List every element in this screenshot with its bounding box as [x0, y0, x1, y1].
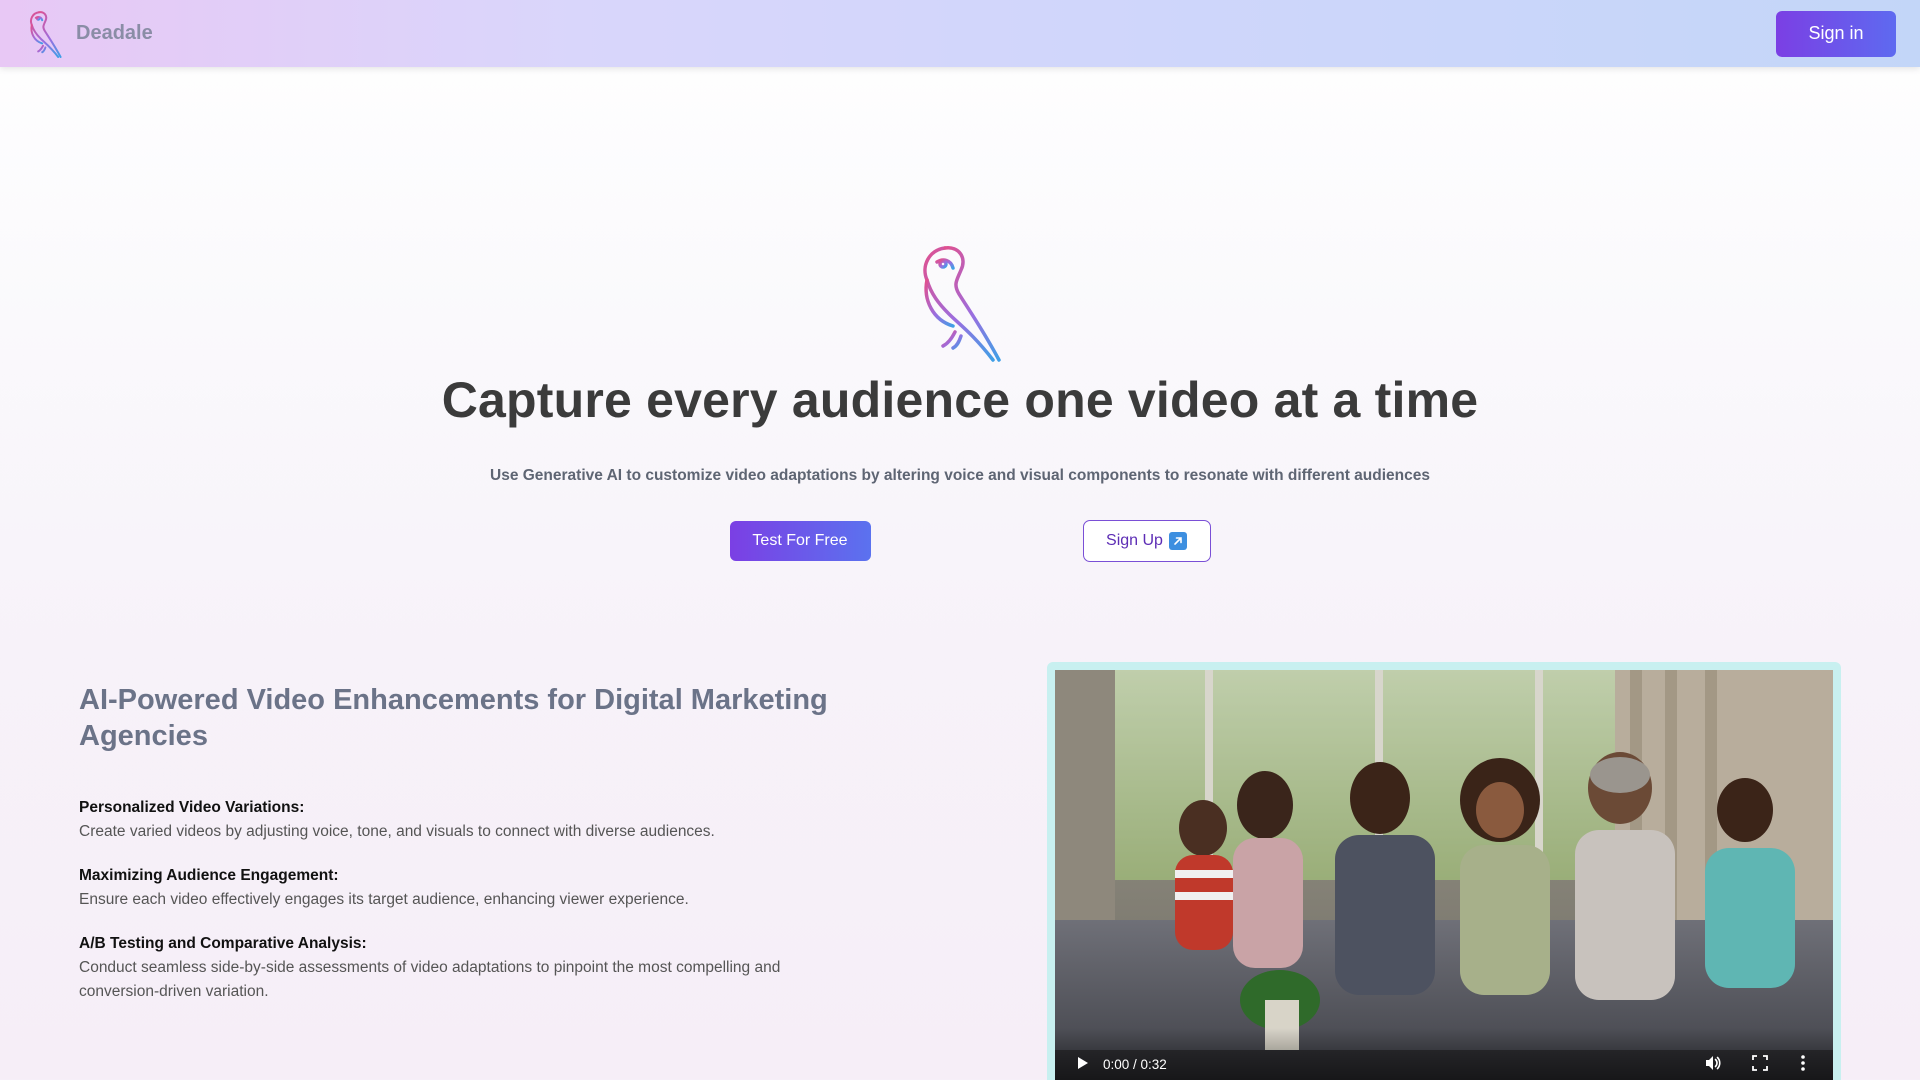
parrot-logo-icon — [30, 10, 62, 58]
feature-item: Personalized Video Variations: Create va… — [79, 796, 839, 844]
feature-desc: Conduct seamless side-by-side assessment… — [79, 959, 781, 1000]
feature-item: Maximizing Audience Engagement: Ensure e… — [79, 864, 839, 912]
brand-name: Deadale — [76, 22, 153, 44]
play-icon[interactable] — [1073, 1054, 1091, 1072]
feature-title: Maximizing Audience Engagement: — [79, 867, 339, 884]
features-heading: AI-Powered Video Enhancements for Digita… — [79, 684, 828, 752]
video-time: 0:00 / 0:32 — [1103, 1057, 1167, 1072]
parrot-hero-icon — [923, 246, 1001, 362]
feature-list: Personalized Video Variations: Create va… — [79, 796, 839, 1004]
hero-title: Capture every audience one video at a ti… — [441, 372, 1479, 428]
feature-title: Personalized Video Variations: — [79, 799, 305, 816]
feature-desc: Ensure each video effectively engages it… — [79, 891, 689, 908]
feature-title: A/B Testing and Comparative Analysis: — [79, 935, 367, 952]
hero-subtitle: Use Generative AI to customize video ada… — [490, 467, 1430, 484]
feature-item: A/B Testing and Comparative Analysis: Co… — [79, 932, 839, 1004]
more-options-icon[interactable] — [1793, 1053, 1813, 1073]
sign-up-label: Sign Up — [1106, 532, 1163, 549]
video-thumbnail — [1055, 670, 1833, 1080]
fullscreen-icon[interactable] — [1751, 1054, 1769, 1072]
cta-row: Test For Free Sign Up — [710, 520, 1211, 562]
sign-up-button[interactable]: Sign Up — [1082, 520, 1211, 562]
feature-desc: Create varied videos by adjusting voice,… — [79, 823, 715, 840]
brand[interactable]: Deadale — [24, 9, 153, 59]
volume-icon[interactable] — [1703, 1053, 1723, 1073]
test-for-free-button[interactable]: Test For Free — [729, 521, 871, 561]
video-frame: 0:00 / 0:32 — [1047, 662, 1841, 1080]
video-player[interactable]: 0:00 / 0:32 — [1055, 670, 1833, 1080]
top-navbar: Deadale Sign in — [0, 0, 1920, 67]
external-arrow-icon — [1168, 532, 1187, 550]
hero-section: Capture every audience one video at a ti… — [0, 240, 1920, 562]
features-section: AI-Powered Video Enhancements for Digita… — [79, 682, 839, 1024]
video-controls: 0:00 / 0:32 — [1055, 1028, 1833, 1080]
sign-in-button[interactable]: Sign in — [1776, 10, 1896, 57]
